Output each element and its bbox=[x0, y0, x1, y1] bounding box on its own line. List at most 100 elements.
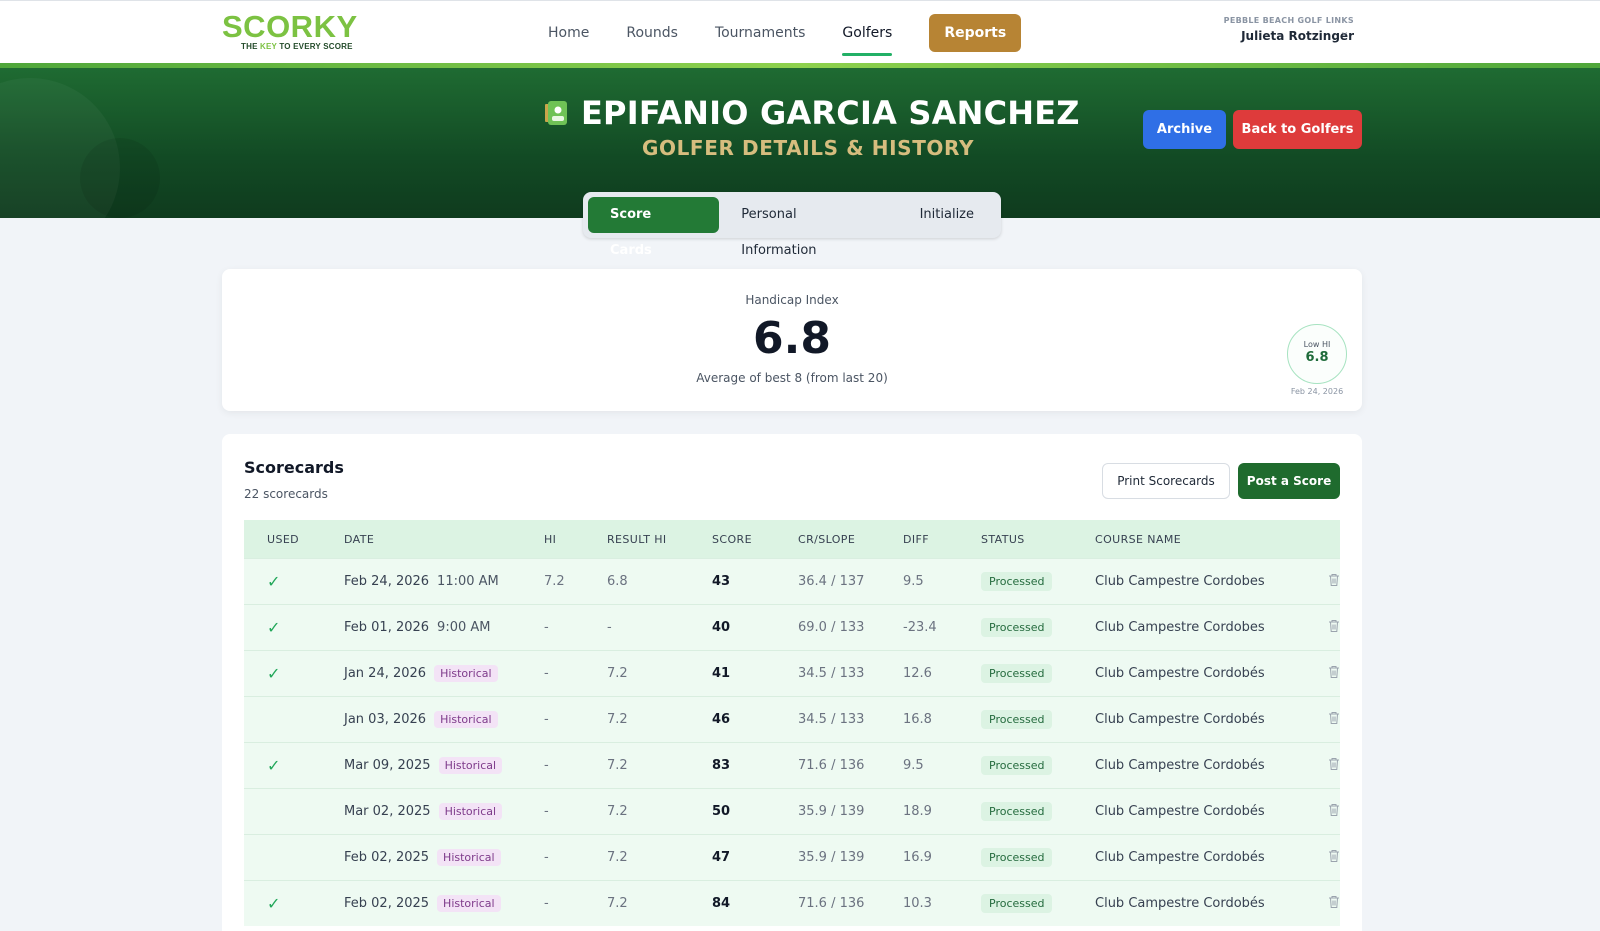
archive-button[interactable]: Archive bbox=[1143, 110, 1226, 149]
course-name-cell: Club Campestre Cordobés bbox=[1095, 896, 1265, 911]
historical-badge: Historical bbox=[438, 757, 503, 774]
trash-icon[interactable] bbox=[1328, 757, 1340, 771]
column-header-course-name[interactable]: COURSE NAME bbox=[1095, 533, 1301, 546]
table-row[interactable]: ✓ Feb 01, 2026 9:00 AM - - 40 69.0 / 133 … bbox=[244, 604, 1340, 650]
diff-cell: 12.6 bbox=[903, 666, 932, 681]
diff-cell: 10.3 bbox=[903, 896, 932, 911]
date-value: Feb 01, 2026 bbox=[344, 620, 430, 635]
diff-cell: -23.4 bbox=[903, 620, 937, 635]
low-hi-label: Low HI bbox=[1303, 340, 1331, 349]
handicap-label: Handicap Index bbox=[745, 293, 839, 307]
account-club-name: PEBBLE BEACH GOLF LINKS bbox=[1223, 16, 1354, 25]
nav-golfers[interactable]: Golfers bbox=[842, 14, 892, 56]
date-value: Feb 24, 2026 bbox=[344, 574, 430, 589]
status-cell: Processed bbox=[981, 802, 1095, 821]
table-row[interactable]: Feb 02, 2025 Historical - 7.2 47 35.9 / 1… bbox=[244, 834, 1340, 880]
trash-icon[interactable] bbox=[1328, 711, 1340, 725]
date-cell: Mar 09, 2025 Historical bbox=[344, 757, 544, 774]
trash-icon[interactable] bbox=[1328, 803, 1340, 817]
score-cell: 46 bbox=[712, 712, 731, 727]
trash-icon[interactable] bbox=[1328, 573, 1340, 587]
date-value: Mar 09, 2025 bbox=[344, 758, 431, 773]
delete-cell bbox=[1301, 711, 1340, 729]
course-name-cell: Club Campestre Cordobes bbox=[1095, 574, 1265, 589]
print-scorecards-button[interactable]: Print Scorecards bbox=[1102, 463, 1230, 499]
table-row[interactable]: ✓ Mar 09, 2025 Historical - 7.2 83 71.6 /… bbox=[244, 742, 1340, 788]
status-cell: Processed bbox=[981, 710, 1095, 729]
table-row[interactable]: ✓ Feb 02, 2025 Historical - 7.2 84 71.6 /… bbox=[244, 880, 1340, 926]
status-badge: Processed bbox=[981, 710, 1053, 729]
date-value: Feb 02, 2025 bbox=[344, 896, 430, 911]
result-hi-cell: 7.2 bbox=[607, 666, 628, 681]
status-badge: Processed bbox=[981, 848, 1053, 867]
table-row[interactable]: ✓ Feb 24, 2026 11:00 AM 7.2 6.8 43 36.4 /… bbox=[244, 558, 1340, 604]
course-name-cell: Club Campestre Cordobés bbox=[1095, 850, 1265, 865]
hi-cell: 7.2 bbox=[544, 574, 565, 589]
column-header-used[interactable]: USED bbox=[244, 533, 344, 546]
column-header-result-hi[interactable]: RESULT HI bbox=[607, 533, 712, 546]
golfer-tabs: Score Cards Personal Information Initial… bbox=[583, 192, 1001, 258]
scorecards-title: Scorecards bbox=[244, 458, 344, 477]
cr-slope-cell: 34.5 / 133 bbox=[798, 666, 865, 681]
delete-cell bbox=[1301, 757, 1340, 775]
nav-tournaments[interactable]: Tournaments bbox=[715, 14, 805, 52]
table-row[interactable]: Jan 03, 2026 Historical - 7.2 46 34.5 / 1… bbox=[244, 696, 1340, 742]
cr-slope-cell: 35.9 / 139 bbox=[798, 804, 865, 819]
nav-reports-button[interactable]: Reports bbox=[929, 14, 1022, 52]
column-header-diff[interactable]: DIFF bbox=[903, 533, 981, 546]
handicap-value: 6.8 bbox=[753, 313, 831, 364]
date-cell: Mar 02, 2025 Historical bbox=[344, 803, 544, 820]
tab-score-cards[interactable]: Score Cards bbox=[588, 197, 720, 258]
tab-personal-information[interactable]: Personal Information bbox=[719, 197, 897, 258]
column-header-date[interactable]: DATE bbox=[344, 533, 544, 546]
trash-icon[interactable] bbox=[1328, 895, 1340, 909]
historical-badge: Historical bbox=[434, 665, 498, 682]
nav-rounds[interactable]: Rounds bbox=[626, 14, 678, 52]
diff-cell: 16.8 bbox=[903, 712, 932, 727]
hi-cell: - bbox=[544, 896, 549, 911]
table-row[interactable]: Mar 02, 2025 Historical - 7.2 50 35.9 / 1… bbox=[244, 788, 1340, 834]
date-cell: Jan 24, 2026 Historical bbox=[344, 665, 544, 682]
cr-slope-cell: 71.6 / 136 bbox=[798, 758, 865, 773]
used-check-icon: ✓ bbox=[267, 572, 281, 591]
scorecards-panel: Scorecards 22 scorecards Print Scorecard… bbox=[222, 434, 1362, 931]
status-badge: Processed bbox=[981, 664, 1053, 683]
status-cell: Processed bbox=[981, 848, 1095, 867]
tab-initialize[interactable]: Initialize bbox=[898, 197, 996, 233]
delete-cell bbox=[1301, 895, 1340, 913]
delete-cell bbox=[1301, 619, 1340, 637]
hi-cell: - bbox=[544, 712, 549, 727]
account-user-name: Julieta Rotzinger bbox=[1241, 29, 1354, 43]
score-cell: 83 bbox=[712, 758, 731, 773]
scorecards-table: USED DATE HI RESULT HI SCORE CR/SLOPE DI… bbox=[244, 520, 1340, 926]
historical-badge: Historical bbox=[438, 803, 503, 820]
column-header-score[interactable]: SCORE bbox=[712, 533, 798, 546]
post-a-score-button[interactable]: Post a Score bbox=[1238, 463, 1340, 499]
column-header-cr-slope[interactable]: CR/SLOPE bbox=[798, 533, 903, 546]
course-name-cell: Club Campestre Cordobes bbox=[1095, 620, 1265, 635]
account-menu[interactable]: PEBBLE BEACH GOLF LINKS Julieta Rotzinge… bbox=[1224, 16, 1354, 43]
trash-icon[interactable] bbox=[1328, 665, 1340, 679]
column-header-hi[interactable]: HI bbox=[544, 533, 607, 546]
historical-badge: Historical bbox=[437, 849, 501, 866]
trash-icon[interactable] bbox=[1328, 849, 1340, 863]
date-cell: Feb 24, 2026 11:00 AM bbox=[344, 574, 544, 589]
score-cell: 50 bbox=[712, 804, 731, 819]
back-to-golfers-button[interactable]: Back to Golfers bbox=[1233, 110, 1362, 149]
low-hi-value: 6.8 bbox=[1305, 350, 1329, 365]
score-cell: 84 bbox=[712, 896, 731, 911]
handicap-note: Average of best 8 (from last 20) bbox=[696, 371, 888, 385]
status-badge: Processed bbox=[981, 802, 1053, 821]
table-row[interactable]: ✓ Jan 24, 2026 Historical - 7.2 41 34.5 /… bbox=[244, 650, 1340, 696]
scorky-logo[interactable]: SCORKY THE KEY TO EVERY SCORE bbox=[222, 11, 362, 52]
low-hi-badge: Low HI 6.8 bbox=[1287, 324, 1347, 384]
trash-icon[interactable] bbox=[1328, 619, 1340, 633]
chevron-down-icon[interactable]: ⌄ bbox=[1340, 25, 1349, 38]
status-cell: Processed bbox=[981, 618, 1095, 637]
nav-home[interactable]: Home bbox=[548, 14, 589, 52]
historical-badge: Historical bbox=[434, 711, 498, 728]
id-card-icon bbox=[545, 101, 567, 125]
result-hi-cell: 7.2 bbox=[607, 758, 628, 773]
score-cell: 40 bbox=[712, 620, 731, 635]
column-header-status[interactable]: STATUS bbox=[981, 533, 1095, 546]
